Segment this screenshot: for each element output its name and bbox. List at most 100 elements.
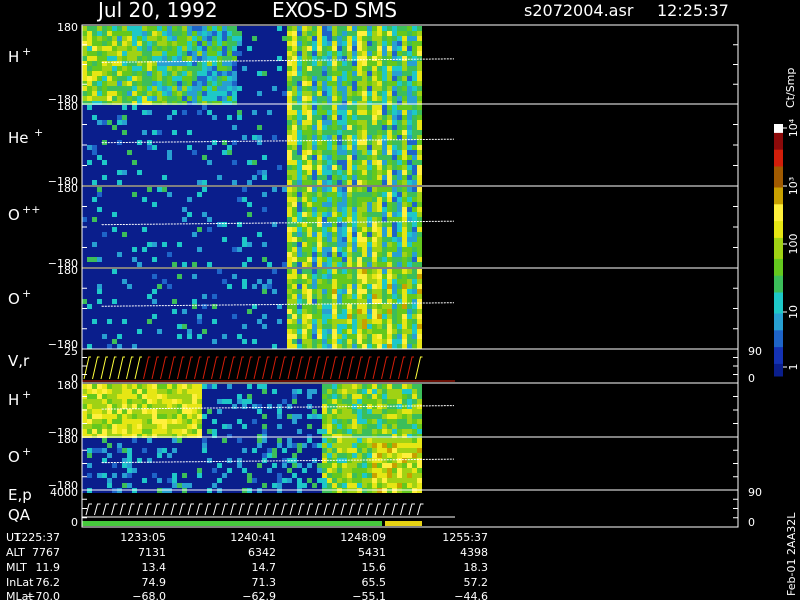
- heatmap-cell: [337, 242, 342, 247]
- heatmap-cell: [242, 160, 247, 165]
- heatmap-cell: [167, 237, 172, 242]
- heatmap-cell: [107, 170, 112, 175]
- heatmap-cell: [182, 339, 187, 344]
- heatmap-cell: [387, 170, 392, 175]
- heatmap-cell: [157, 207, 162, 212]
- heatmap-cell: [97, 257, 102, 262]
- heatmap-cell: [147, 409, 152, 414]
- heatmap-cell: [232, 242, 237, 247]
- heatmap-cell: [262, 237, 267, 242]
- heatmap-cell: [212, 51, 217, 56]
- heatmap-cell: [367, 86, 372, 91]
- heatmap-cell: [117, 284, 122, 289]
- heatmap-cell: [162, 247, 167, 252]
- heatmap-cell: [417, 212, 422, 217]
- heatmap-cell: [97, 299, 102, 304]
- heatmap-cell: [407, 257, 412, 262]
- heatmap-cell: [317, 135, 322, 140]
- heatmap-cell: [232, 91, 237, 96]
- heatmap-cell: [377, 242, 382, 247]
- heatmap-cell: [262, 130, 267, 135]
- heatmap-cell: [257, 409, 262, 414]
- heatmap-cell: [82, 269, 87, 274]
- heatmap-cell: [272, 247, 277, 252]
- heatmap-cell: [182, 110, 187, 115]
- heatmap-cell: [187, 419, 192, 424]
- heatmap-cell: [122, 115, 127, 120]
- heatmap-cell: [382, 160, 387, 165]
- heatmap-cell: [152, 294, 157, 299]
- heatmap-cell: [307, 145, 312, 150]
- heatmap-cell: [397, 269, 402, 274]
- heatmap-cell: [197, 81, 202, 86]
- heatmap-cell: [282, 180, 287, 185]
- heatmap-cell: [162, 399, 167, 404]
- heatmap-cell: [97, 262, 102, 267]
- heatmap-cell: [282, 91, 287, 96]
- heatmap-cell: [167, 105, 172, 110]
- heatmap-cell: [347, 344, 352, 349]
- heatmap-cell: [282, 314, 287, 319]
- heatmap-cell: [122, 110, 127, 115]
- heatmap-cell: [87, 91, 92, 96]
- heatmap-cell: [332, 150, 337, 155]
- heatmap-cell: [337, 252, 342, 257]
- heatmap-cell: [252, 299, 257, 304]
- heatmap-cell: [327, 31, 332, 36]
- heatmap-cell: [302, 274, 307, 279]
- heatmap-cell: [287, 192, 292, 197]
- heatmap-cell: [177, 257, 182, 262]
- heatmap-cell: [347, 212, 352, 217]
- heatmap-cell: [387, 175, 392, 180]
- heatmap-cell: [297, 309, 302, 314]
- heatmap-cell: [207, 170, 212, 175]
- heatmap-cell: [242, 389, 247, 394]
- heatmap-cell: [247, 414, 252, 419]
- heatmap-cell: [107, 207, 112, 212]
- heatmap-cell: [322, 334, 327, 339]
- heatmap-cell: [262, 175, 267, 180]
- heatmap-cell: [162, 309, 167, 314]
- heatmap-cell: [107, 294, 112, 299]
- heatmap-cell: [92, 197, 97, 202]
- heatmap-cell: [362, 232, 367, 237]
- heatmap-cell: [382, 309, 387, 314]
- heatmap-cell: [92, 56, 97, 61]
- heatmap-cell: [192, 26, 197, 31]
- heatmap-cell: [267, 46, 272, 51]
- heatmap-cell: [172, 155, 177, 160]
- heatmap-cell: [362, 96, 367, 101]
- heatmap-cell: [187, 227, 192, 232]
- heatmap-cell: [117, 56, 122, 61]
- panel-label: H: [8, 48, 19, 66]
- heatmap-cell: [102, 384, 107, 389]
- heatmap-cell: [312, 262, 317, 267]
- heatmap-cell: [332, 81, 337, 86]
- heatmap-cell: [97, 389, 102, 394]
- heatmap-cell: [102, 165, 107, 170]
- heatmap-cell: [317, 237, 322, 242]
- heatmap-cell: [412, 262, 417, 267]
- heatmap-cell: [292, 170, 297, 175]
- heatmap-cell: [277, 26, 282, 31]
- heatmap-cell: [317, 175, 322, 180]
- heatmap-cell: [307, 419, 312, 424]
- heatmap-cell: [337, 232, 342, 237]
- heatmap-cell: [177, 192, 182, 197]
- heatmap-cell: [142, 135, 147, 140]
- heatmap-cell: [272, 115, 277, 120]
- heatmap-cell: [227, 314, 232, 319]
- heatmap-cell: [182, 105, 187, 110]
- heatmap-cell: [182, 76, 187, 81]
- heatmap-cell: [282, 252, 287, 257]
- heatmap-cell: [377, 51, 382, 56]
- heatmap-cell: [207, 344, 212, 349]
- heatmap-cell: [127, 409, 132, 414]
- heatmap-cell: [167, 76, 172, 81]
- heatmap-cell: [417, 175, 422, 180]
- heatmap-cell: [357, 197, 362, 202]
- heatmap-cell: [327, 145, 332, 150]
- heatmap-cell: [117, 399, 122, 404]
- heatmap-cell: [107, 399, 112, 404]
- heatmap-cell: [102, 170, 107, 175]
